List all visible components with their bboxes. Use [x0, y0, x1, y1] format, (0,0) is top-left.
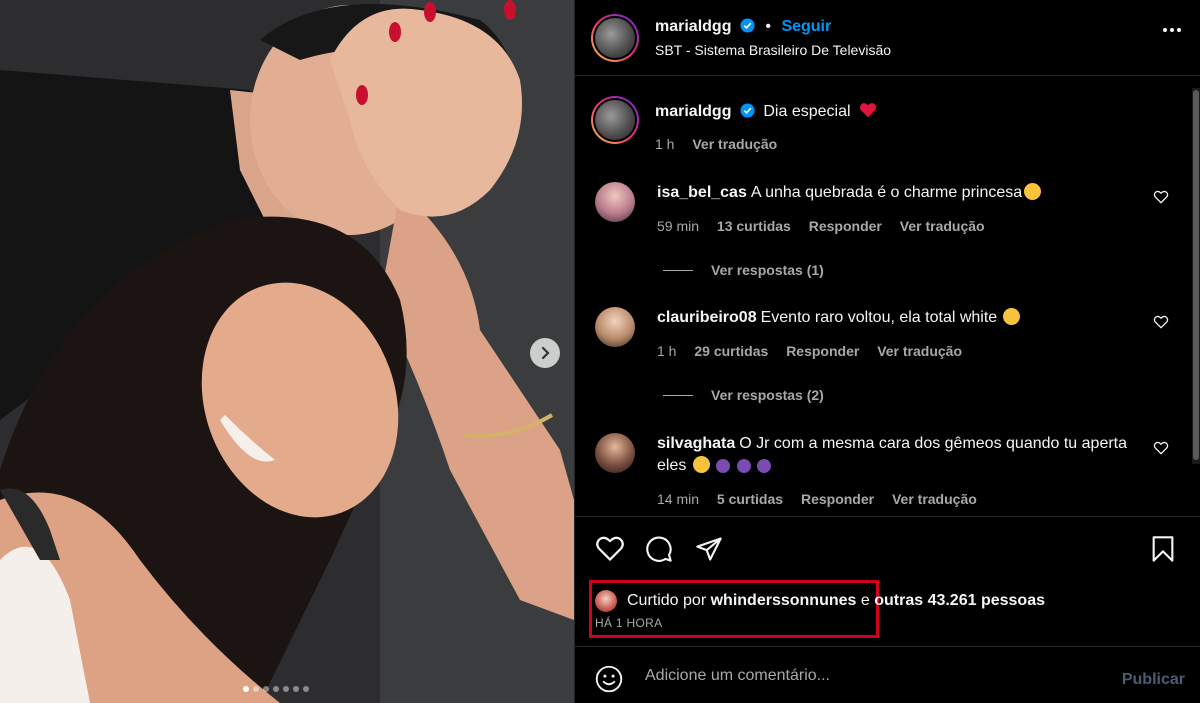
next-slide-button[interactable]	[530, 338, 560, 368]
translate-link[interactable]: Ver tradução	[900, 218, 985, 234]
comment-time: 1 h	[657, 343, 677, 359]
comment-text: Evento raro voltou, ela total white	[760, 309, 998, 326]
emoji-picker-icon[interactable]	[595, 665, 623, 693]
view-replies-label: Ver respostas (1)	[711, 262, 824, 278]
add-comment-bar: Publicar	[575, 646, 1200, 703]
view-replies-label: Ver respostas (2)	[711, 387, 824, 403]
carousel-dots	[243, 686, 309, 692]
post-side-panel: marialdgg • Seguir SBT - Sistema Brasile…	[574, 0, 1200, 703]
carousel-dot	[263, 686, 269, 692]
comments-scrollbar-thumb[interactable]	[1193, 90, 1199, 460]
comment-meta: 59 min 13 curtidas Responder Ver traduçã…	[657, 218, 999, 234]
caption-time: 1 h	[655, 136, 675, 152]
chevron-right-icon	[541, 346, 550, 360]
comment-time: 14 min	[657, 491, 700, 507]
carousel-dot	[303, 686, 309, 692]
view-replies-button[interactable]: Ver respostas (1)	[663, 262, 824, 278]
translate-link[interactable]: Ver tradução	[877, 343, 962, 359]
post-media[interactable]	[0, 0, 574, 703]
carousel-dot	[273, 686, 279, 692]
comment-input[interactable]	[645, 663, 1085, 689]
more-options-icon[interactable]	[1163, 28, 1181, 32]
author-avatar[interactable]	[591, 14, 639, 62]
comments-list[interactable]: marialdgg Dia especial 1 h Ver tradução …	[575, 76, 1200, 516]
view-replies-button[interactable]: Ver respostas (2)	[663, 387, 824, 403]
speaking-head-emoji-icon	[716, 459, 731, 473]
likes-summary[interactable]: Curtido por whinderssonnunes e outras 43…	[595, 590, 1045, 612]
commenter-avatar[interactable]	[595, 307, 635, 347]
caption-body: Dia especial	[763, 103, 851, 120]
commenter-username[interactable]: silvaghata	[657, 435, 735, 452]
comment-likes-count[interactable]: 13 curtidas	[717, 218, 791, 234]
heart-eyes-emoji-icon	[1003, 308, 1021, 325]
commenter-username[interactable]: isa_bel_cas	[657, 184, 747, 201]
heart-emoji-icon	[859, 103, 877, 118]
comment-body: clauribeiro08 Evento raro voltou, ela tot…	[657, 307, 1127, 329]
reply-button[interactable]: Responder	[786, 343, 859, 359]
commenter-avatar[interactable]	[595, 182, 635, 222]
laughing-emoji-icon	[692, 456, 710, 473]
post-time-ago[interactable]: HÁ 1 HORA	[595, 616, 662, 630]
share-paper-plane-icon[interactable]	[695, 535, 723, 563]
translate-link[interactable]: Ver tradução	[892, 491, 977, 507]
post-header: marialdgg • Seguir SBT - Sistema Brasile…	[575, 0, 1200, 76]
heart-eyes-emoji-icon	[1024, 183, 1042, 200]
comment-bubble-icon[interactable]	[645, 535, 673, 563]
speaking-head-emoji-icon	[757, 459, 772, 473]
caption-text: marialdgg Dia especial	[655, 102, 877, 121]
carousel-dot	[283, 686, 289, 692]
carousel-dot	[293, 686, 299, 692]
comment-body: silvaghata O Jr com a mesma cara dos gême…	[657, 433, 1127, 477]
likes-prefix: Curtido por	[627, 592, 707, 609]
comment-meta: 1 h 29 curtidas Responder Ver tradução	[657, 343, 976, 359]
publish-button[interactable]: Publicar	[1122, 671, 1185, 689]
comment-body: isa_bel_cas A unha quebrada é o charme pr…	[657, 182, 1127, 204]
post-photo	[0, 0, 574, 703]
comment-likes-count[interactable]: 5 curtidas	[717, 491, 783, 507]
like-comment-heart-icon[interactable]	[1153, 441, 1169, 455]
like-comment-heart-icon[interactable]	[1153, 190, 1169, 204]
post-actions-bar	[575, 516, 1200, 586]
author-username[interactable]: marialdgg	[655, 18, 731, 35]
carousel-dot	[253, 686, 259, 692]
reply-button[interactable]: Responder	[809, 218, 882, 234]
verified-badge-icon	[740, 103, 755, 118]
like-heart-icon[interactable]	[595, 535, 625, 562]
reply-button[interactable]: Responder	[801, 491, 874, 507]
caption-translate-link[interactable]: Ver tradução	[692, 136, 777, 152]
author-line: marialdgg • Seguir	[655, 18, 832, 35]
comment-likes-count[interactable]: 29 curtidas	[694, 343, 768, 359]
comment-text: A unha quebrada é o charme princesa	[750, 184, 1023, 201]
commenter-avatar[interactable]	[595, 433, 635, 473]
save-bookmark-icon[interactable]	[1151, 535, 1175, 563]
author-avatar[interactable]	[591, 96, 639, 144]
likes-joiner: e	[860, 592, 870, 609]
speaking-head-emoji-icon	[736, 459, 751, 473]
caption-username[interactable]: marialdgg	[655, 103, 731, 120]
comment-meta: 14 min 5 curtidas Responder Ver tradução	[657, 491, 991, 507]
caption-meta: 1 h Ver tradução	[655, 136, 791, 152]
like-comment-heart-icon[interactable]	[1153, 315, 1169, 329]
liker-username[interactable]: whinderssonnunes	[711, 592, 857, 610]
liker-avatar[interactable]	[595, 590, 617, 612]
verified-badge-icon	[740, 18, 755, 33]
likes-others-count[interactable]: outras 43.261 pessoas	[874, 592, 1045, 610]
commenter-username[interactable]: clauribeiro08	[657, 309, 757, 326]
follow-button[interactable]: Seguir	[781, 18, 831, 35]
post-location[interactable]: SBT - Sistema Brasileiro De Televisão	[655, 42, 891, 58]
comment-time: 59 min	[657, 218, 700, 234]
carousel-dot	[243, 686, 249, 692]
